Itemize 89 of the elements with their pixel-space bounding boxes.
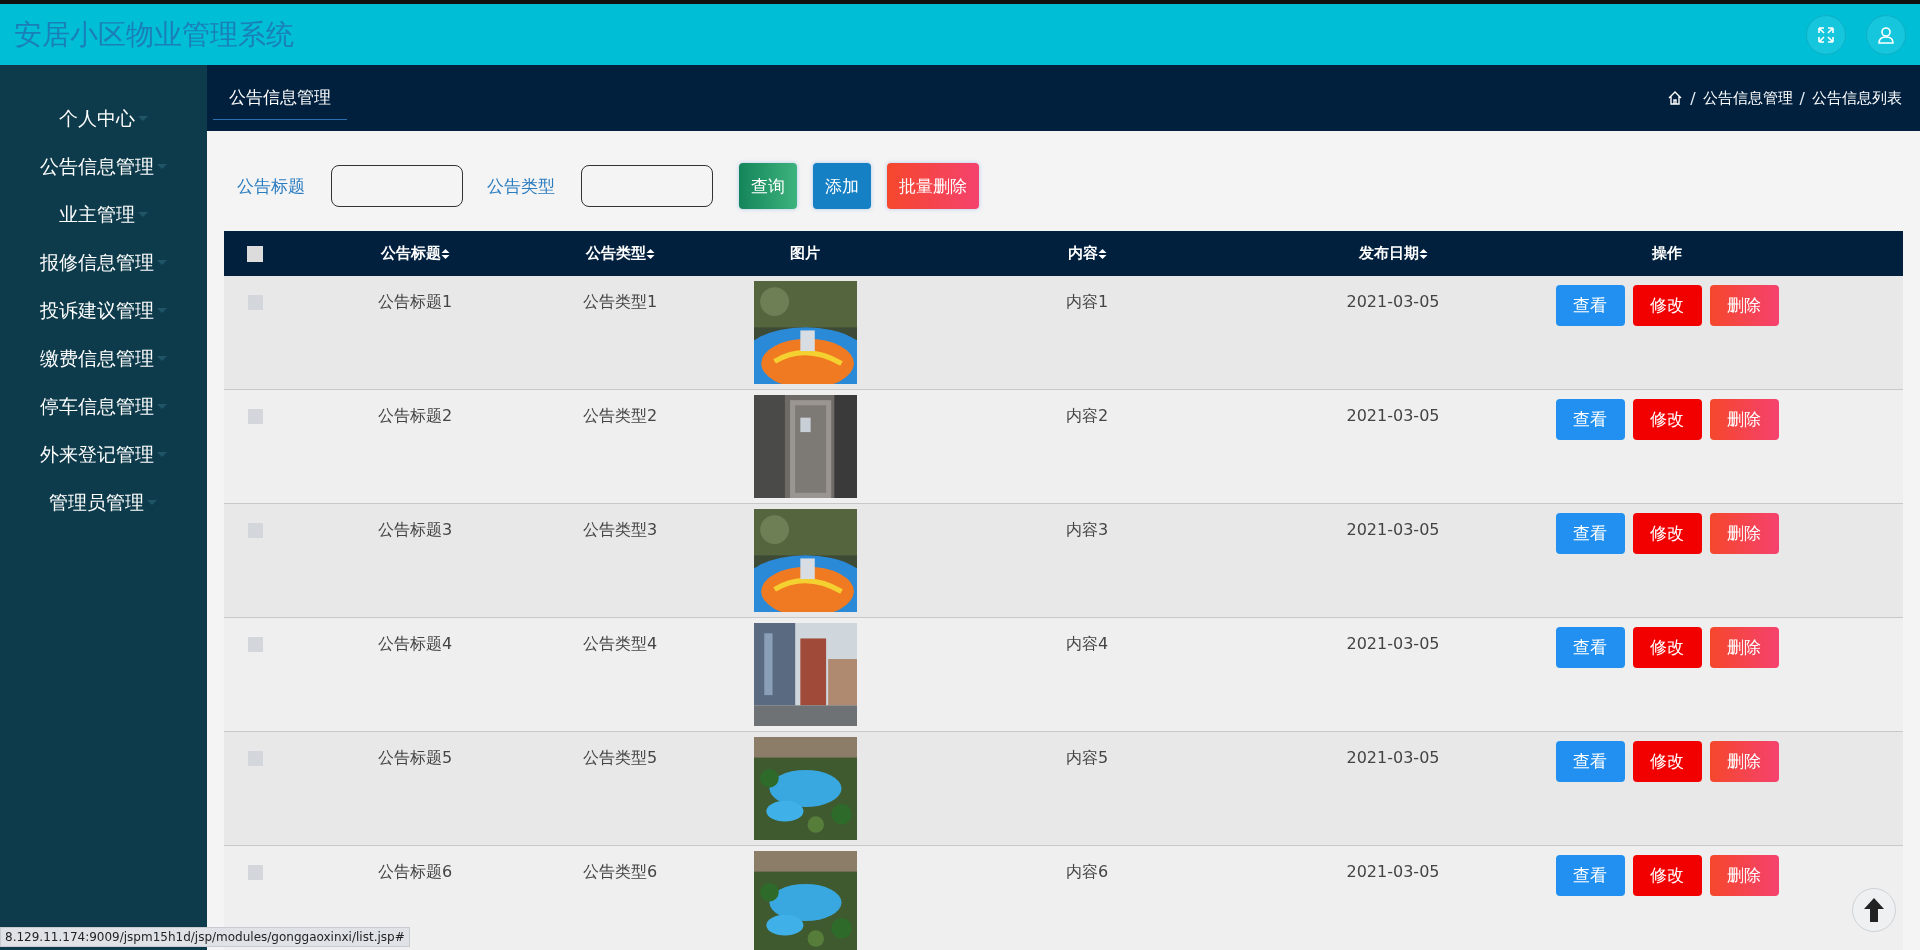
table-cell-text: 内容3 (1065, 520, 1109, 541)
table-cell-text: 公告标题4 (377, 634, 453, 655)
view-button[interactable]: 查看 (1555, 855, 1625, 896)
search-button[interactable]: 查询 (739, 163, 797, 209)
column-header[interactable]: 公告标题 (380, 244, 441, 263)
table-cell-text: 公告标题5 (377, 748, 453, 769)
batch-delete-button[interactable]: 批量删除 (887, 163, 979, 209)
breadcrumb-item[interactable]: 公告信息管理 (1702, 88, 1793, 108)
caret-icon (136, 115, 149, 123)
delete-button[interactable]: 删除 (1709, 399, 1779, 440)
table-cell-text: 内容2 (1065, 406, 1109, 427)
table-cell-text: 公告类型1 (582, 292, 658, 313)
sidebar-item[interactable]: 停车信息管理 (39, 394, 154, 420)
status-url: 8.129.11.174:9009/jspm15h1d/jsp/modules/gonggaoxinxi/list.jsp# (0, 927, 410, 947)
column-header: 操作 (1652, 244, 1682, 263)
delete-button[interactable]: 删除 (1709, 513, 1779, 554)
view-button[interactable]: 查看 (1555, 285, 1625, 326)
checkbox[interactable] (247, 245, 263, 262)
table-cell-text: 2021-03-05 (1346, 634, 1440, 655)
delete-button[interactable]: 删除 (1709, 855, 1779, 896)
input-field[interactable] (331, 165, 463, 207)
edit-button[interactable]: 修改 (1632, 855, 1702, 896)
add-button[interactable]: 添加 (813, 163, 871, 209)
sidebar-item[interactable]: 个人中心 (58, 106, 135, 132)
caret-icon (136, 211, 149, 219)
delete-button[interactable]: 删除 (1709, 741, 1779, 782)
table-cell-text: 公告类型3 (582, 520, 658, 541)
sidebar-item[interactable]: 外来登记管理 (39, 442, 154, 468)
sort-icon[interactable] (1418, 247, 1428, 260)
view-button[interactable]: 查看 (1555, 513, 1625, 554)
sidebar-item[interactable]: 公告信息管理 (39, 154, 154, 180)
sort-icon[interactable] (645, 247, 655, 260)
arrow-up-icon (1863, 897, 1885, 923)
table-cell-text: 2021-03-05 (1346, 520, 1440, 541)
table-cell-text: 2021-03-05 (1346, 292, 1440, 313)
caret-icon (155, 451, 168, 459)
caret-icon (155, 355, 168, 363)
caret-icon (155, 307, 168, 315)
table-cell-text: 公告标题1 (377, 292, 453, 313)
table-cell-text: 内容6 (1065, 862, 1109, 883)
field-label: 公告标题 (237, 174, 305, 198)
table-cell-text: 公告类型5 (582, 748, 658, 769)
app-title: 安居小区物业管理系统 (14, 16, 294, 53)
checkbox[interactable] (247, 637, 263, 652)
caret-icon (146, 499, 158, 507)
breadcrumb-item[interactable]: 公告信息列表 (1812, 88, 1902, 108)
breadcrumb-separator: / (1689, 88, 1697, 108)
view-button[interactable]: 查看 (1555, 399, 1625, 440)
sidebar-item[interactable]: 管理员管理 (49, 490, 144, 516)
edit-button[interactable]: 修改 (1632, 513, 1702, 554)
edit-button[interactable]: 修改 (1632, 285, 1702, 326)
edit-button[interactable]: 修改 (1632, 741, 1702, 782)
caret-icon (155, 163, 168, 171)
edit-button[interactable]: 修改 (1632, 627, 1702, 668)
table-cell-text: 公告标题3 (377, 520, 453, 541)
table-cell-text: 内容5 (1065, 748, 1109, 769)
tab[interactable]: 公告信息管理 (213, 76, 347, 120)
caret-icon (155, 259, 168, 267)
table-cell-text: 公告类型2 (582, 406, 658, 427)
table-cell-text: 2021-03-05 (1346, 748, 1440, 769)
sort-icon[interactable] (1097, 247, 1107, 260)
table-cell-text: 公告类型4 (582, 634, 658, 655)
view-button[interactable]: 查看 (1555, 741, 1625, 782)
sidebar-item[interactable]: 业主管理 (58, 202, 135, 228)
sidebar-item[interactable]: 报修信息管理 (39, 250, 154, 276)
table-cell-text: 内容4 (1065, 634, 1109, 655)
home-icon[interactable] (1667, 90, 1684, 106)
sidebar-item[interactable]: 缴费信息管理 (39, 346, 154, 372)
table-cell-text: 公告类型6 (582, 862, 658, 883)
input-field[interactable] (581, 165, 713, 207)
column-header[interactable]: 发布日期 (1358, 244, 1419, 263)
edit-button[interactable]: 修改 (1632, 399, 1702, 440)
table-cell-text: 2021-03-05 (1346, 406, 1440, 427)
breadcrumb-separator: / (1798, 88, 1806, 108)
column-header[interactable]: 公告类型 (585, 244, 646, 263)
sidebar-item[interactable]: 投诉建议管理 (39, 298, 154, 324)
checkbox[interactable] (247, 865, 263, 880)
caret-icon (155, 403, 168, 411)
view-button[interactable]: 查看 (1555, 627, 1625, 668)
delete-button[interactable]: 删除 (1709, 285, 1779, 326)
column-header[interactable]: 内容 (1067, 244, 1098, 263)
table-cell-text: 2021-03-05 (1346, 862, 1440, 883)
delete-button[interactable]: 删除 (1709, 627, 1779, 668)
field-label: 公告类型 (487, 174, 555, 198)
column-header: 图片 (790, 244, 820, 263)
sort-icon[interactable] (440, 247, 450, 260)
checkbox[interactable] (247, 409, 263, 424)
table-cell-text: 公告标题2 (377, 406, 453, 427)
table-cell-text: 内容1 (1065, 292, 1109, 313)
